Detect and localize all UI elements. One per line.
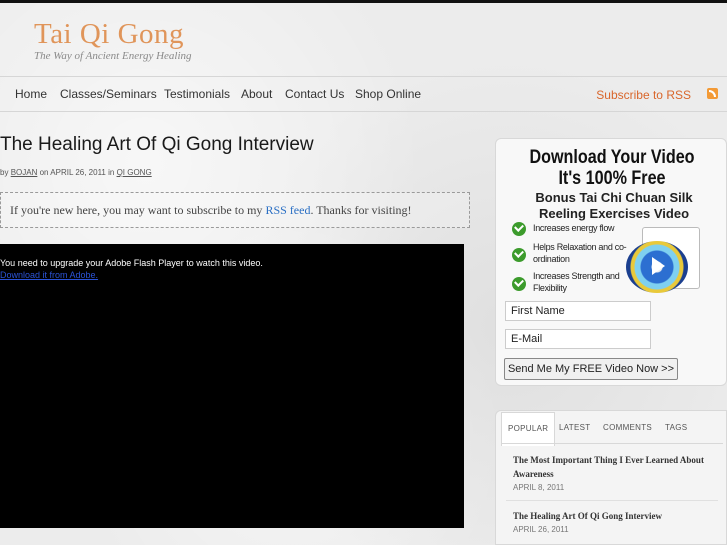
- meta-date: on APRIL 26, 2011 in: [39, 168, 115, 177]
- optin-headline-free: It's 100% Free: [558, 168, 666, 189]
- site-title[interactable]: Tai Qi Gong: [34, 18, 192, 50]
- popular-post-link[interactable]: The Healing Art Of Qi Gong Interview: [513, 509, 713, 523]
- checkmark-icon: [512, 277, 526, 291]
- top-bar: [0, 0, 727, 3]
- checkmark-icon: [512, 248, 526, 262]
- meta-by: by: [0, 168, 9, 177]
- nav-item-testimonials[interactable]: Testimonials: [164, 87, 230, 101]
- send-video-button[interactable]: Send Me My FREE Video Now >>: [504, 358, 678, 380]
- notice-text-before: If you're new here, you may want to subs…: [10, 203, 263, 217]
- tab-comments[interactable]: COMMENTS: [603, 423, 652, 445]
- post-title[interactable]: The Healing Art Of Qi Gong Interview: [0, 134, 314, 156]
- main-nav: Home Classes/Seminars Testimonials About…: [0, 76, 727, 112]
- tab-tags[interactable]: TAGS: [665, 423, 687, 445]
- play-icon: [652, 257, 665, 275]
- category-link[interactable]: QI GONG: [117, 168, 152, 177]
- popular-post-link[interactable]: The Most Important Thing I Ever Learned …: [513, 453, 713, 481]
- notice-text-after: . Thanks for visiting!: [310, 203, 412, 217]
- rss-feed-link[interactable]: RSS feed: [265, 203, 310, 217]
- popular-post-date: APRIL 26, 2011: [513, 525, 569, 534]
- nav-item-home[interactable]: Home: [15, 87, 47, 101]
- author-link[interactable]: BOJAN: [11, 168, 38, 177]
- tab-popular[interactable]: POPULAR: [501, 412, 556, 446]
- subscribe-rss-link[interactable]: Subscribe to RSS: [596, 88, 691, 102]
- nav-item-about[interactable]: About: [241, 87, 272, 101]
- site-logo[interactable]: Tai Qi Gong The Way of Ancient Energy He…: [34, 18, 192, 62]
- nav-item-contact-us[interactable]: Contact Us: [285, 87, 344, 101]
- checkmark-icon: [512, 222, 526, 236]
- adobe-download-link[interactable]: Download it from Adobe.: [0, 270, 98, 280]
- video-player[interactable]: You need to upgrade your Adobe Flash Pla…: [0, 244, 464, 528]
- nav-item-shop-online[interactable]: Shop Online: [355, 87, 421, 101]
- email-field[interactable]: E-Mail: [505, 329, 651, 349]
- list-divider: [506, 500, 718, 501]
- subscribe-notice: If you're new here, you may want to subs…: [0, 192, 470, 228]
- optin-box: Download Your Video It's 100% Free Bonus…: [495, 138, 727, 386]
- rss-icon[interactable]: [707, 88, 718, 99]
- nav-item-classes-seminars[interactable]: Classes/Seminars: [60, 87, 157, 101]
- optin-subheadline: Bonus Tai Chi Chuan Silk Reeling Exercis…: [535, 190, 693, 221]
- post-meta: by BOJAN on APRIL 26, 2011 in QI GONG: [0, 168, 152, 177]
- flash-upgrade-message: You need to upgrade your Adobe Flash Pla…: [0, 258, 263, 268]
- popular-post-date: APRIL 8, 2011: [513, 483, 565, 492]
- tab-latest[interactable]: LATEST: [559, 423, 590, 445]
- dvd-icon: [626, 227, 712, 293]
- optin-headline: Download Your Video: [529, 147, 695, 168]
- posts-tabs-widget: POPULAR LATEST COMMENTS TAGS The Most Im…: [495, 410, 727, 545]
- tab-divider: [501, 443, 723, 444]
- first-name-field[interactable]: First Name: [505, 301, 651, 321]
- site-tagline: The Way of Ancient Energy Healing: [34, 50, 192, 62]
